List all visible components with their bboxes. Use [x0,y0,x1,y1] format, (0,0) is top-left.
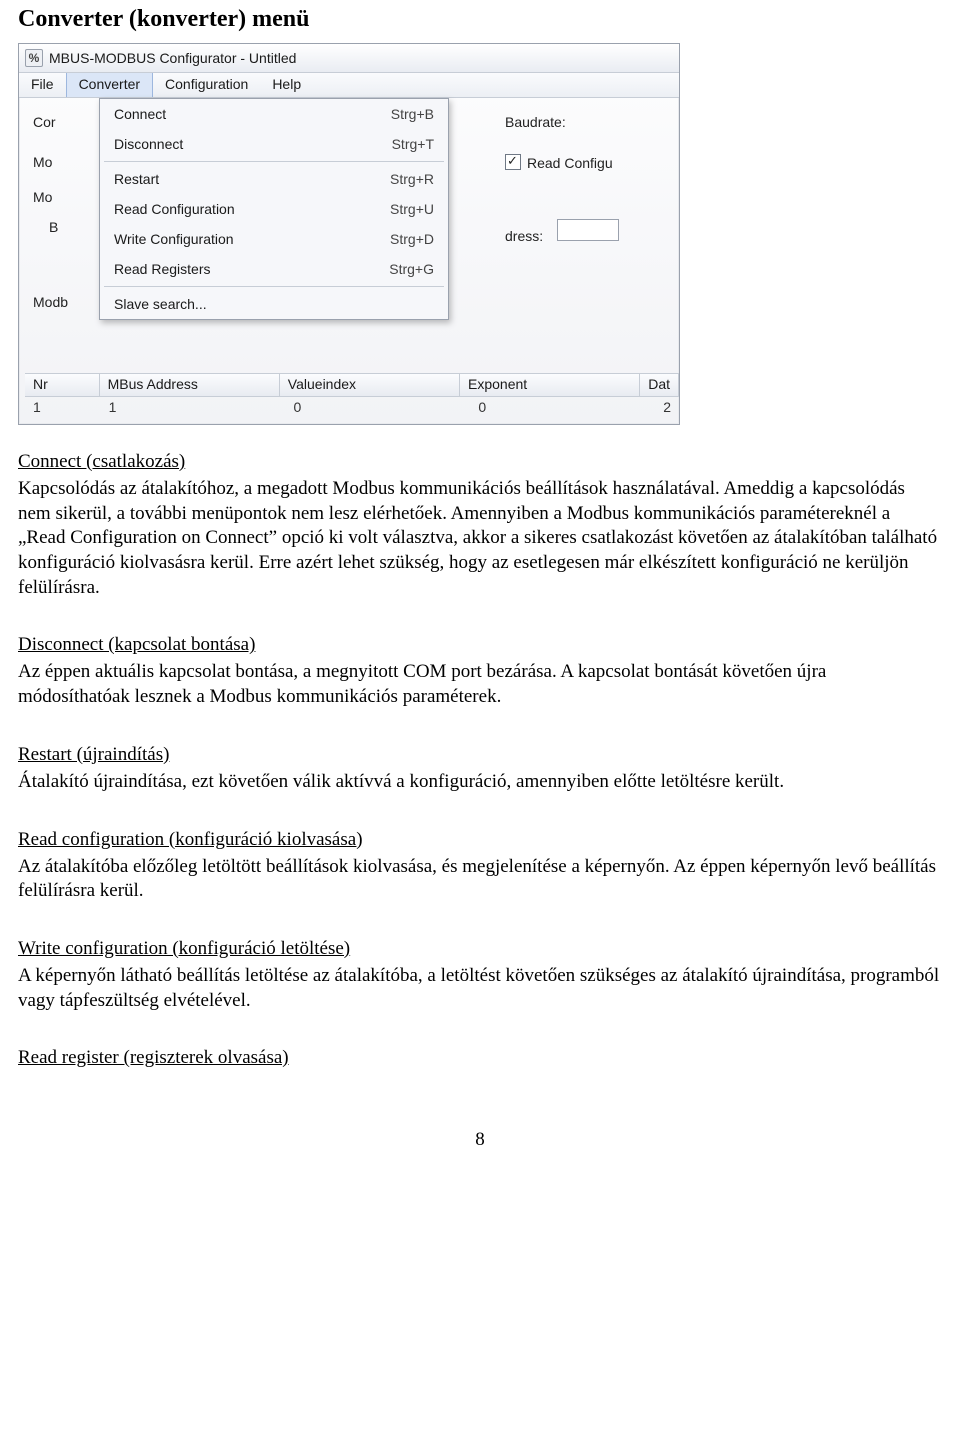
menu-item-label: Read Registers [114,261,211,277]
section-heading-read-config: Read configuration (konfiguráció kiolvas… [18,829,942,851]
section-heading-write-config: Write configuration (konfiguráció letölt… [18,938,942,960]
menu-item-label: Read Configuration [114,201,235,217]
address-input[interactable] [557,219,619,241]
menu-item-label: Connect [114,106,166,122]
menu-separator [104,161,444,162]
read-config-label: Read Configu [527,155,613,171]
menu-item-shortcut: Strg+U [390,201,434,217]
titlebar: % MBUS-MODBUS Configurator - Untitled [19,44,679,73]
menu-file[interactable]: File [19,73,66,97]
section-body: Az átalakítóba előzőleg letöltött beállí… [18,855,942,904]
th-mbus-address[interactable]: MBus Address [100,374,280,396]
bg-label: B [33,219,93,244]
td: 0 [285,397,470,415]
section-heading-restart: Restart (újraindítás) [18,744,942,766]
bg-label: Mo [33,154,77,171]
menu-item-shortcut: Strg+T [392,136,434,152]
address-field-area: dress: [505,219,665,244]
section-body: Átalakító újraindítása, ezt követően vál… [18,770,942,795]
bg-label: Modb [33,294,77,310]
section-heading-read-register: Read register (regiszterek olvasása) [18,1047,942,1069]
th-exponent[interactable]: Exponent [460,374,640,396]
table-row[interactable]: 1 1 0 0 2 [25,397,679,415]
table-header: Nr MBus Address Valueindex Exponent Dat [25,374,679,397]
section-body: Az éppen aktuális kapcsolat bontása, a m… [18,660,942,709]
menu-item-read-configuration[interactable]: Read Configuration Strg+U [100,194,448,224]
window-title: MBUS-MODBUS Configurator - Untitled [49,50,296,66]
read-config-checkbox[interactable]: ✓ Read Configu [505,154,665,171]
section-heading-disconnect: Disconnect (kapcsolat bontása) [18,634,942,656]
th-dat[interactable]: Dat [640,374,679,396]
menubar: File Converter Configuration Help [19,73,679,98]
app-screenshot: % MBUS-MODBUS Configurator - Untitled Fi… [18,43,680,425]
baudrate-label: Baudrate: [505,114,665,130]
td: 1 [25,397,101,415]
bg-label: Mo [33,189,77,205]
menu-item-connect[interactable]: Connect Strg+B [100,99,448,129]
menu-item-shortcut: Strg+R [390,171,434,187]
menu-item-label: Disconnect [114,136,183,152]
menu-converter[interactable]: Converter [66,73,153,97]
section-body: A képernyőn látható beállítás letöltése … [18,964,942,1013]
menu-item-label: Restart [114,171,159,187]
data-table: Nr MBus Address Valueindex Exponent Dat … [25,373,679,424]
menu-item-restart[interactable]: Restart Strg+R [100,164,448,194]
checkbox-icon[interactable]: ✓ [505,154,521,170]
menu-item-label: Slave search... [114,296,207,312]
td: 2 [655,397,679,415]
menu-separator [104,286,444,287]
menu-configuration[interactable]: Configuration [153,73,260,97]
app-icon: % [25,49,43,67]
menu-item-label: Write Configuration [114,231,234,247]
th-nr[interactable]: Nr [25,374,100,396]
menu-help[interactable]: Help [260,73,313,97]
section-body: Kapcsolódás az átalakítóhoz, a megadott … [18,477,942,600]
client-area: Cor Baudrate: Mo ✓Read Configu Mo B dr [19,98,679,108]
page-number: 8 [18,1129,942,1151]
th-valueindex[interactable]: Valueindex [280,374,460,396]
menu-item-shortcut: Strg+G [389,261,434,277]
section-heading-connect: Connect (csatlakozás) [18,451,942,473]
page-title: Converter (konverter) menü [18,6,942,33]
menu-item-read-registers[interactable]: Read Registers Strg+G [100,254,448,284]
menu-item-slave-search[interactable]: Slave search... [100,289,448,319]
menu-item-write-configuration[interactable]: Write Configuration Strg+D [100,224,448,254]
td: 0 [470,397,655,415]
td: 1 [101,397,286,415]
menu-item-disconnect[interactable]: Disconnect Strg+T [100,129,448,159]
dress-label: dress: [505,228,543,244]
converter-dropdown: Connect Strg+B Disconnect Strg+T Restart… [99,98,449,320]
menu-item-shortcut: Strg+B [391,106,434,122]
menu-item-shortcut: Strg+D [390,231,434,247]
bg-label: Cor [33,114,77,130]
